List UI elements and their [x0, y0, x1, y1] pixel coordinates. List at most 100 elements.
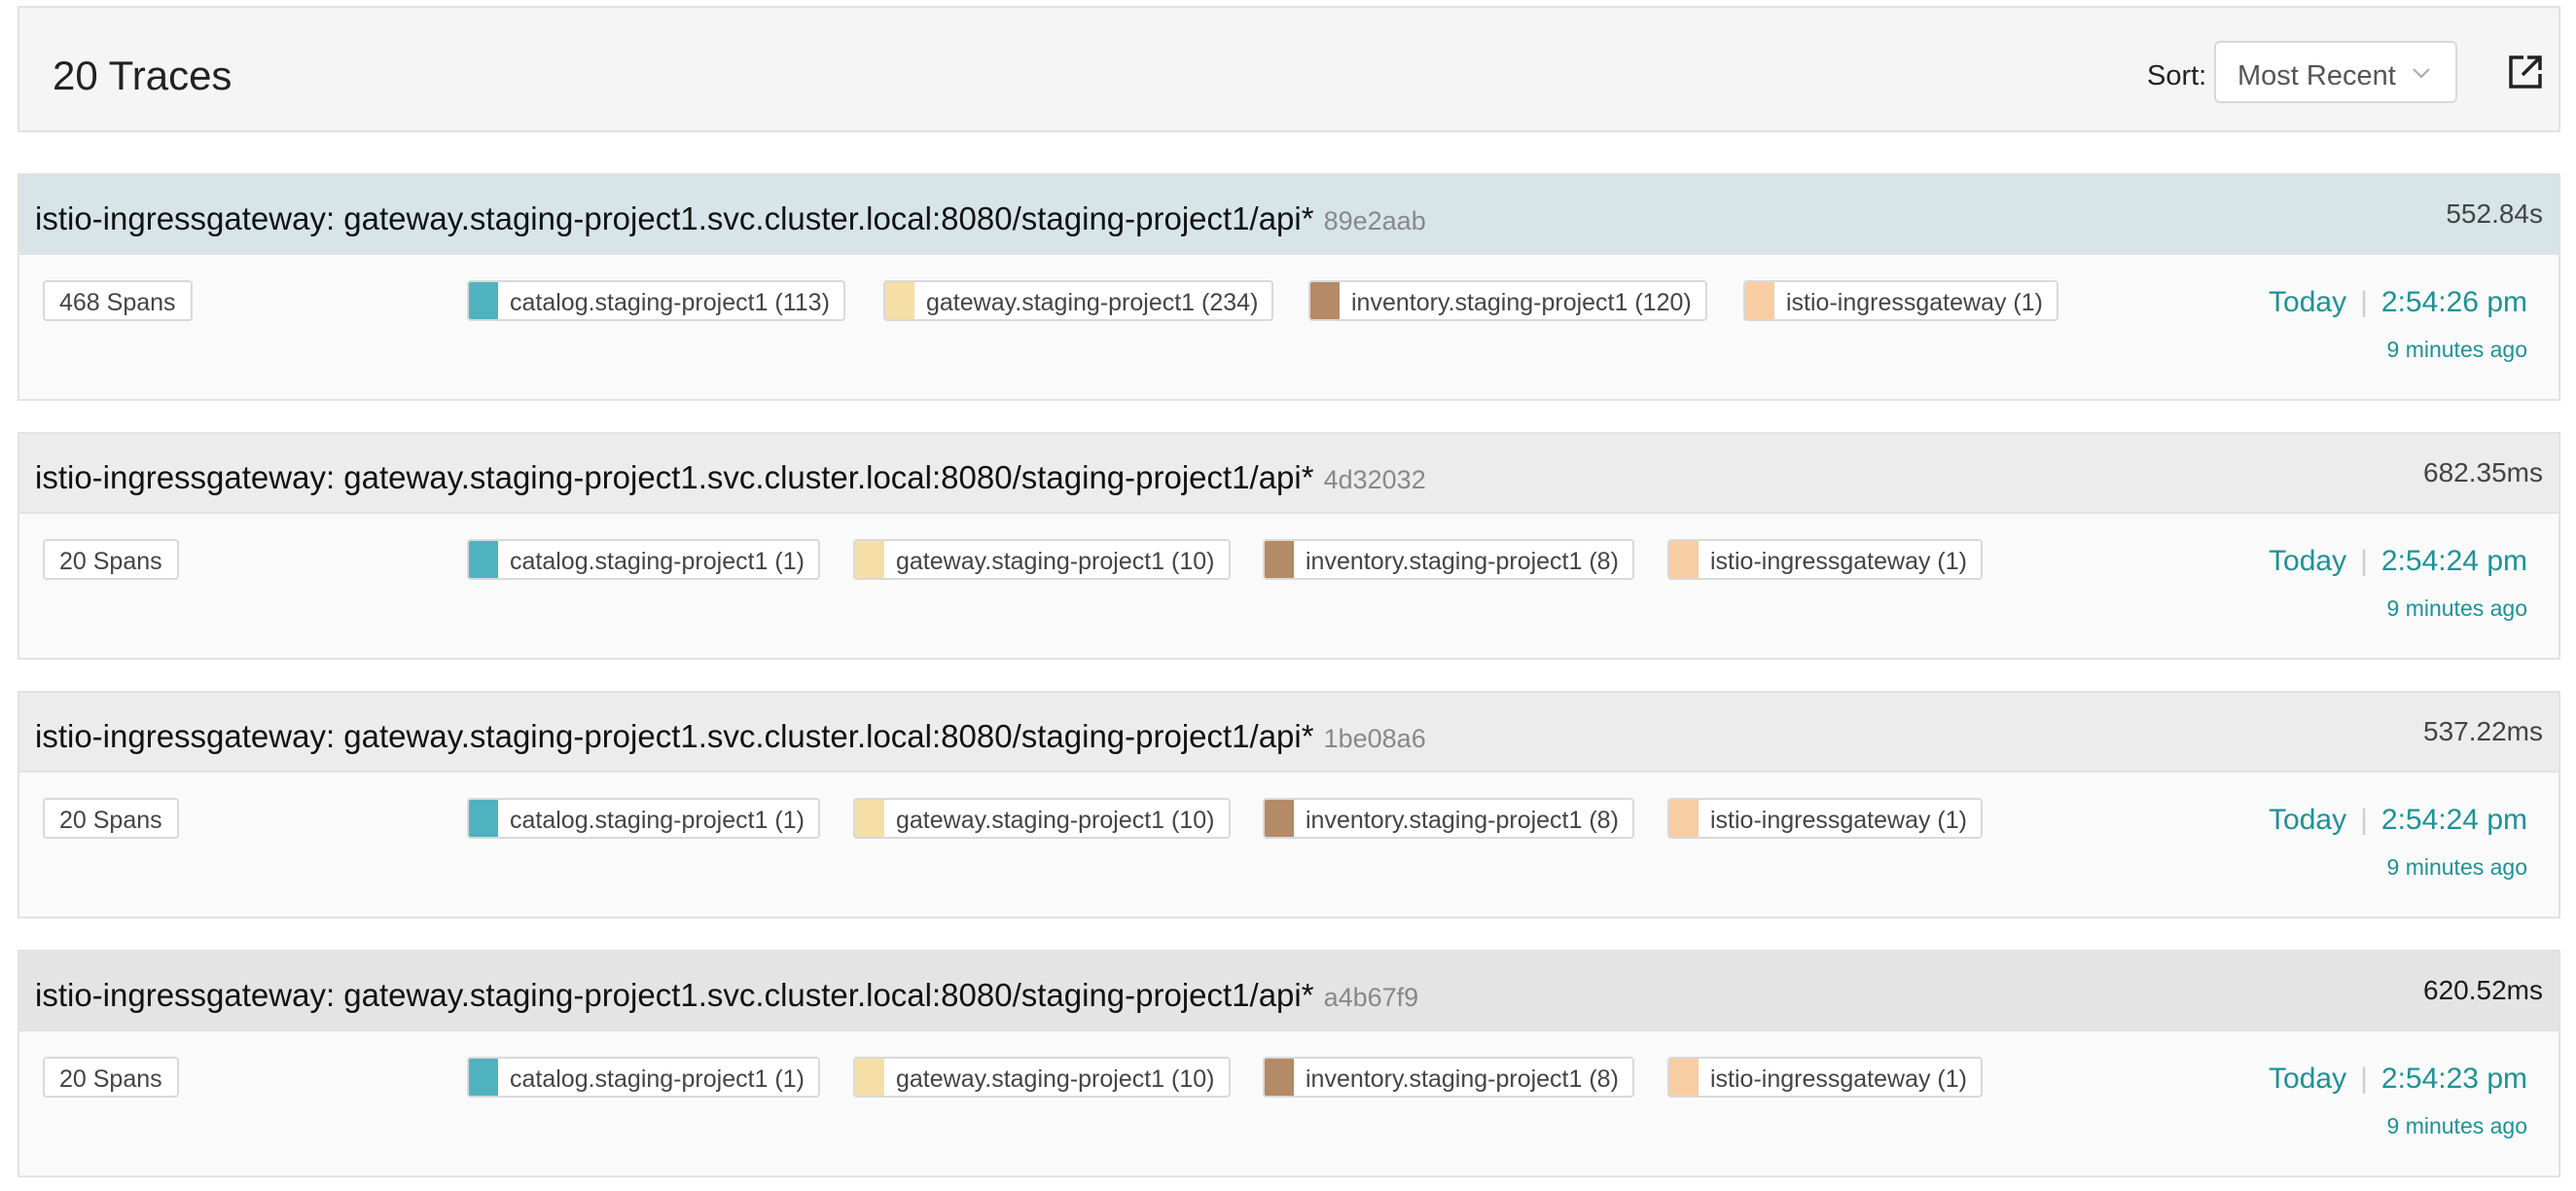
trace-title[interactable]: istio-ingressgateway: gateway.staging-pr…	[35, 200, 1426, 237]
service-color-swatch	[855, 800, 884, 837]
trace-duration: 620.52ms	[2423, 975, 2543, 1005]
trace-relative-time: 9 minutes ago	[2386, 596, 2527, 621]
service-tag-label: inventory.staging-project1 (120)	[1351, 289, 1692, 316]
service-color-swatch	[469, 541, 498, 578]
trace-title-text: istio-ingressgateway: gateway.staging-pr…	[35, 459, 1314, 495]
trace-time: 2:54:26 pm	[2380, 286, 2527, 318]
service-color-swatch	[1265, 800, 1294, 837]
span-count-badge: 20 Spans	[43, 798, 179, 839]
service-color-swatch	[469, 1059, 498, 1096]
service-color-swatch	[855, 541, 884, 578]
trace-start-time: Today | 2:54:24 pm	[2269, 545, 2527, 578]
trace-header[interactable]: istio-ingressgateway: gateway.staging-pr…	[19, 693, 2558, 773]
trace-start-time: Today | 2:54:26 pm	[2269, 286, 2527, 319]
span-count-badge: 20 Spans	[43, 1057, 179, 1098]
traces-count-title: 20 Traces	[53, 53, 233, 98]
trace-header[interactable]: istio-ingressgateway: gateway.staging-pr…	[19, 952, 2558, 1031]
service-tag-label: istio-ingressgateway (1)	[1710, 1065, 1967, 1093]
trace-id: 89e2aab	[1323, 206, 1426, 235]
trace-relative-time: 9 minutes ago	[2386, 854, 2527, 880]
service-tag: istio-ingressgateway (1)	[1667, 539, 1983, 580]
service-color-swatch	[1669, 541, 1699, 578]
service-color-swatch	[1669, 800, 1699, 837]
date-separator: |	[2360, 286, 2368, 318]
trace-duration: 537.22ms	[2423, 716, 2543, 746]
service-tag: istio-ingressgateway (1)	[1667, 1057, 1983, 1098]
trace-title-text: istio-ingressgateway: gateway.staging-pr…	[35, 718, 1314, 754]
service-color-swatch	[1745, 282, 1774, 319]
service-tag-label: catalog.staging-project1 (1)	[510, 1065, 805, 1093]
span-count-badge: 20 Spans	[43, 539, 179, 580]
service-tag-label: inventory.staging-project1 (8)	[1306, 807, 1619, 834]
service-tag: gateway.staging-project1 (10)	[853, 539, 1231, 580]
trace-item[interactable]: istio-ingressgateway: gateway.staging-pr…	[18, 173, 2560, 401]
service-color-swatch	[1669, 1059, 1699, 1096]
trace-item[interactable]: istio-ingressgateway: gateway.staging-pr…	[18, 691, 2560, 919]
service-tag: inventory.staging-project1 (8)	[1263, 1057, 1634, 1098]
service-color-swatch	[1265, 541, 1294, 578]
service-tag-label: istio-ingressgateway (1)	[1786, 289, 2043, 316]
service-tag: catalog.staging-project1 (1)	[467, 1057, 820, 1098]
results-header: 20 Traces Sort: Most Recent	[18, 6, 2560, 132]
service-tag: gateway.staging-project1 (10)	[853, 798, 1231, 839]
service-tag: inventory.staging-project1 (8)	[1263, 798, 1634, 839]
service-tag-label: gateway.staging-project1 (234)	[926, 289, 1259, 316]
service-color-swatch	[885, 282, 914, 319]
span-count-badge: 468 Spans	[43, 280, 193, 321]
service-tag-label: gateway.staging-project1 (10)	[896, 807, 1215, 834]
service-tag: gateway.staging-project1 (10)	[853, 1057, 1231, 1098]
service-tag: istio-ingressgateway (1)	[1743, 280, 2058, 321]
service-tag-label: inventory.staging-project1 (8)	[1306, 548, 1619, 575]
service-color-swatch	[1265, 1059, 1294, 1096]
trace-title[interactable]: istio-ingressgateway: gateway.staging-pr…	[35, 977, 1418, 1014]
trace-item[interactable]: istio-ingressgateway: gateway.staging-pr…	[18, 950, 2560, 1177]
service-tag-label: istio-ingressgateway (1)	[1710, 548, 1967, 575]
date-separator: |	[2360, 1063, 2368, 1095]
service-tag-label: catalog.staging-project1 (1)	[510, 548, 805, 575]
service-tag-label: inventory.staging-project1 (8)	[1306, 1065, 1619, 1093]
trace-day: Today	[2269, 286, 2347, 318]
service-tag: istio-ingressgateway (1)	[1667, 798, 1983, 839]
service-tag-label: gateway.staging-project1 (10)	[896, 1065, 1215, 1093]
trace-time: 2:54:24 pm	[2380, 804, 2527, 836]
trace-title[interactable]: istio-ingressgateway: gateway.staging-pr…	[35, 718, 1426, 755]
service-tag: catalog.staging-project1 (1)	[467, 539, 820, 580]
trace-start-time: Today | 2:54:24 pm	[2269, 804, 2527, 837]
chevron-down-icon	[2413, 68, 2430, 79]
sort-label: Sort:	[2147, 60, 2207, 91]
trace-start-time: Today | 2:54:23 pm	[2269, 1063, 2527, 1096]
date-separator: |	[2360, 545, 2368, 577]
service-tag: inventory.staging-project1 (8)	[1263, 539, 1634, 580]
trace-duration: 682.35ms	[2423, 457, 2543, 487]
service-tag-label: gateway.staging-project1 (10)	[896, 548, 1215, 575]
service-tag: catalog.staging-project1 (1)	[467, 798, 820, 839]
trace-time: 2:54:24 pm	[2380, 545, 2527, 577]
service-tag: gateway.staging-project1 (234)	[883, 280, 1274, 321]
trace-id: a4b67f9	[1323, 983, 1419, 1012]
service-tag-label: catalog.staging-project1 (113)	[510, 289, 830, 316]
service-tag-label: istio-ingressgateway (1)	[1710, 807, 1967, 834]
service-color-swatch	[469, 800, 498, 837]
trace-day: Today	[2269, 545, 2347, 577]
trace-title[interactable]: istio-ingressgateway: gateway.staging-pr…	[35, 459, 1426, 496]
external-link-icon[interactable]	[2506, 53, 2545, 91]
service-color-swatch	[1310, 282, 1340, 319]
trace-title-text: istio-ingressgateway: gateway.staging-pr…	[35, 200, 1314, 236]
service-color-swatch	[855, 1059, 884, 1096]
trace-day: Today	[2269, 1063, 2347, 1095]
trace-relative-time: 9 minutes ago	[2386, 337, 2527, 362]
trace-item[interactable]: istio-ingressgateway: gateway.staging-pr…	[18, 432, 2560, 660]
service-tag: catalog.staging-project1 (113)	[467, 280, 845, 321]
trace-header[interactable]: istio-ingressgateway: gateway.staging-pr…	[19, 175, 2558, 255]
sort-select[interactable]: Most Recent	[2214, 41, 2457, 103]
sort-select-value: Most Recent	[2237, 60, 2396, 91]
service-color-swatch	[469, 282, 498, 319]
service-tag: inventory.staging-project1 (120)	[1308, 280, 1707, 321]
trace-relative-time: 9 minutes ago	[2386, 1113, 2527, 1138]
trace-id: 1be08a6	[1323, 724, 1426, 753]
trace-id: 4d32032	[1323, 465, 1426, 494]
trace-header[interactable]: istio-ingressgateway: gateway.staging-pr…	[19, 434, 2558, 514]
trace-day: Today	[2269, 804, 2347, 836]
service-tag-label: catalog.staging-project1 (1)	[510, 807, 805, 834]
trace-title-text: istio-ingressgateway: gateway.staging-pr…	[35, 977, 1314, 1013]
